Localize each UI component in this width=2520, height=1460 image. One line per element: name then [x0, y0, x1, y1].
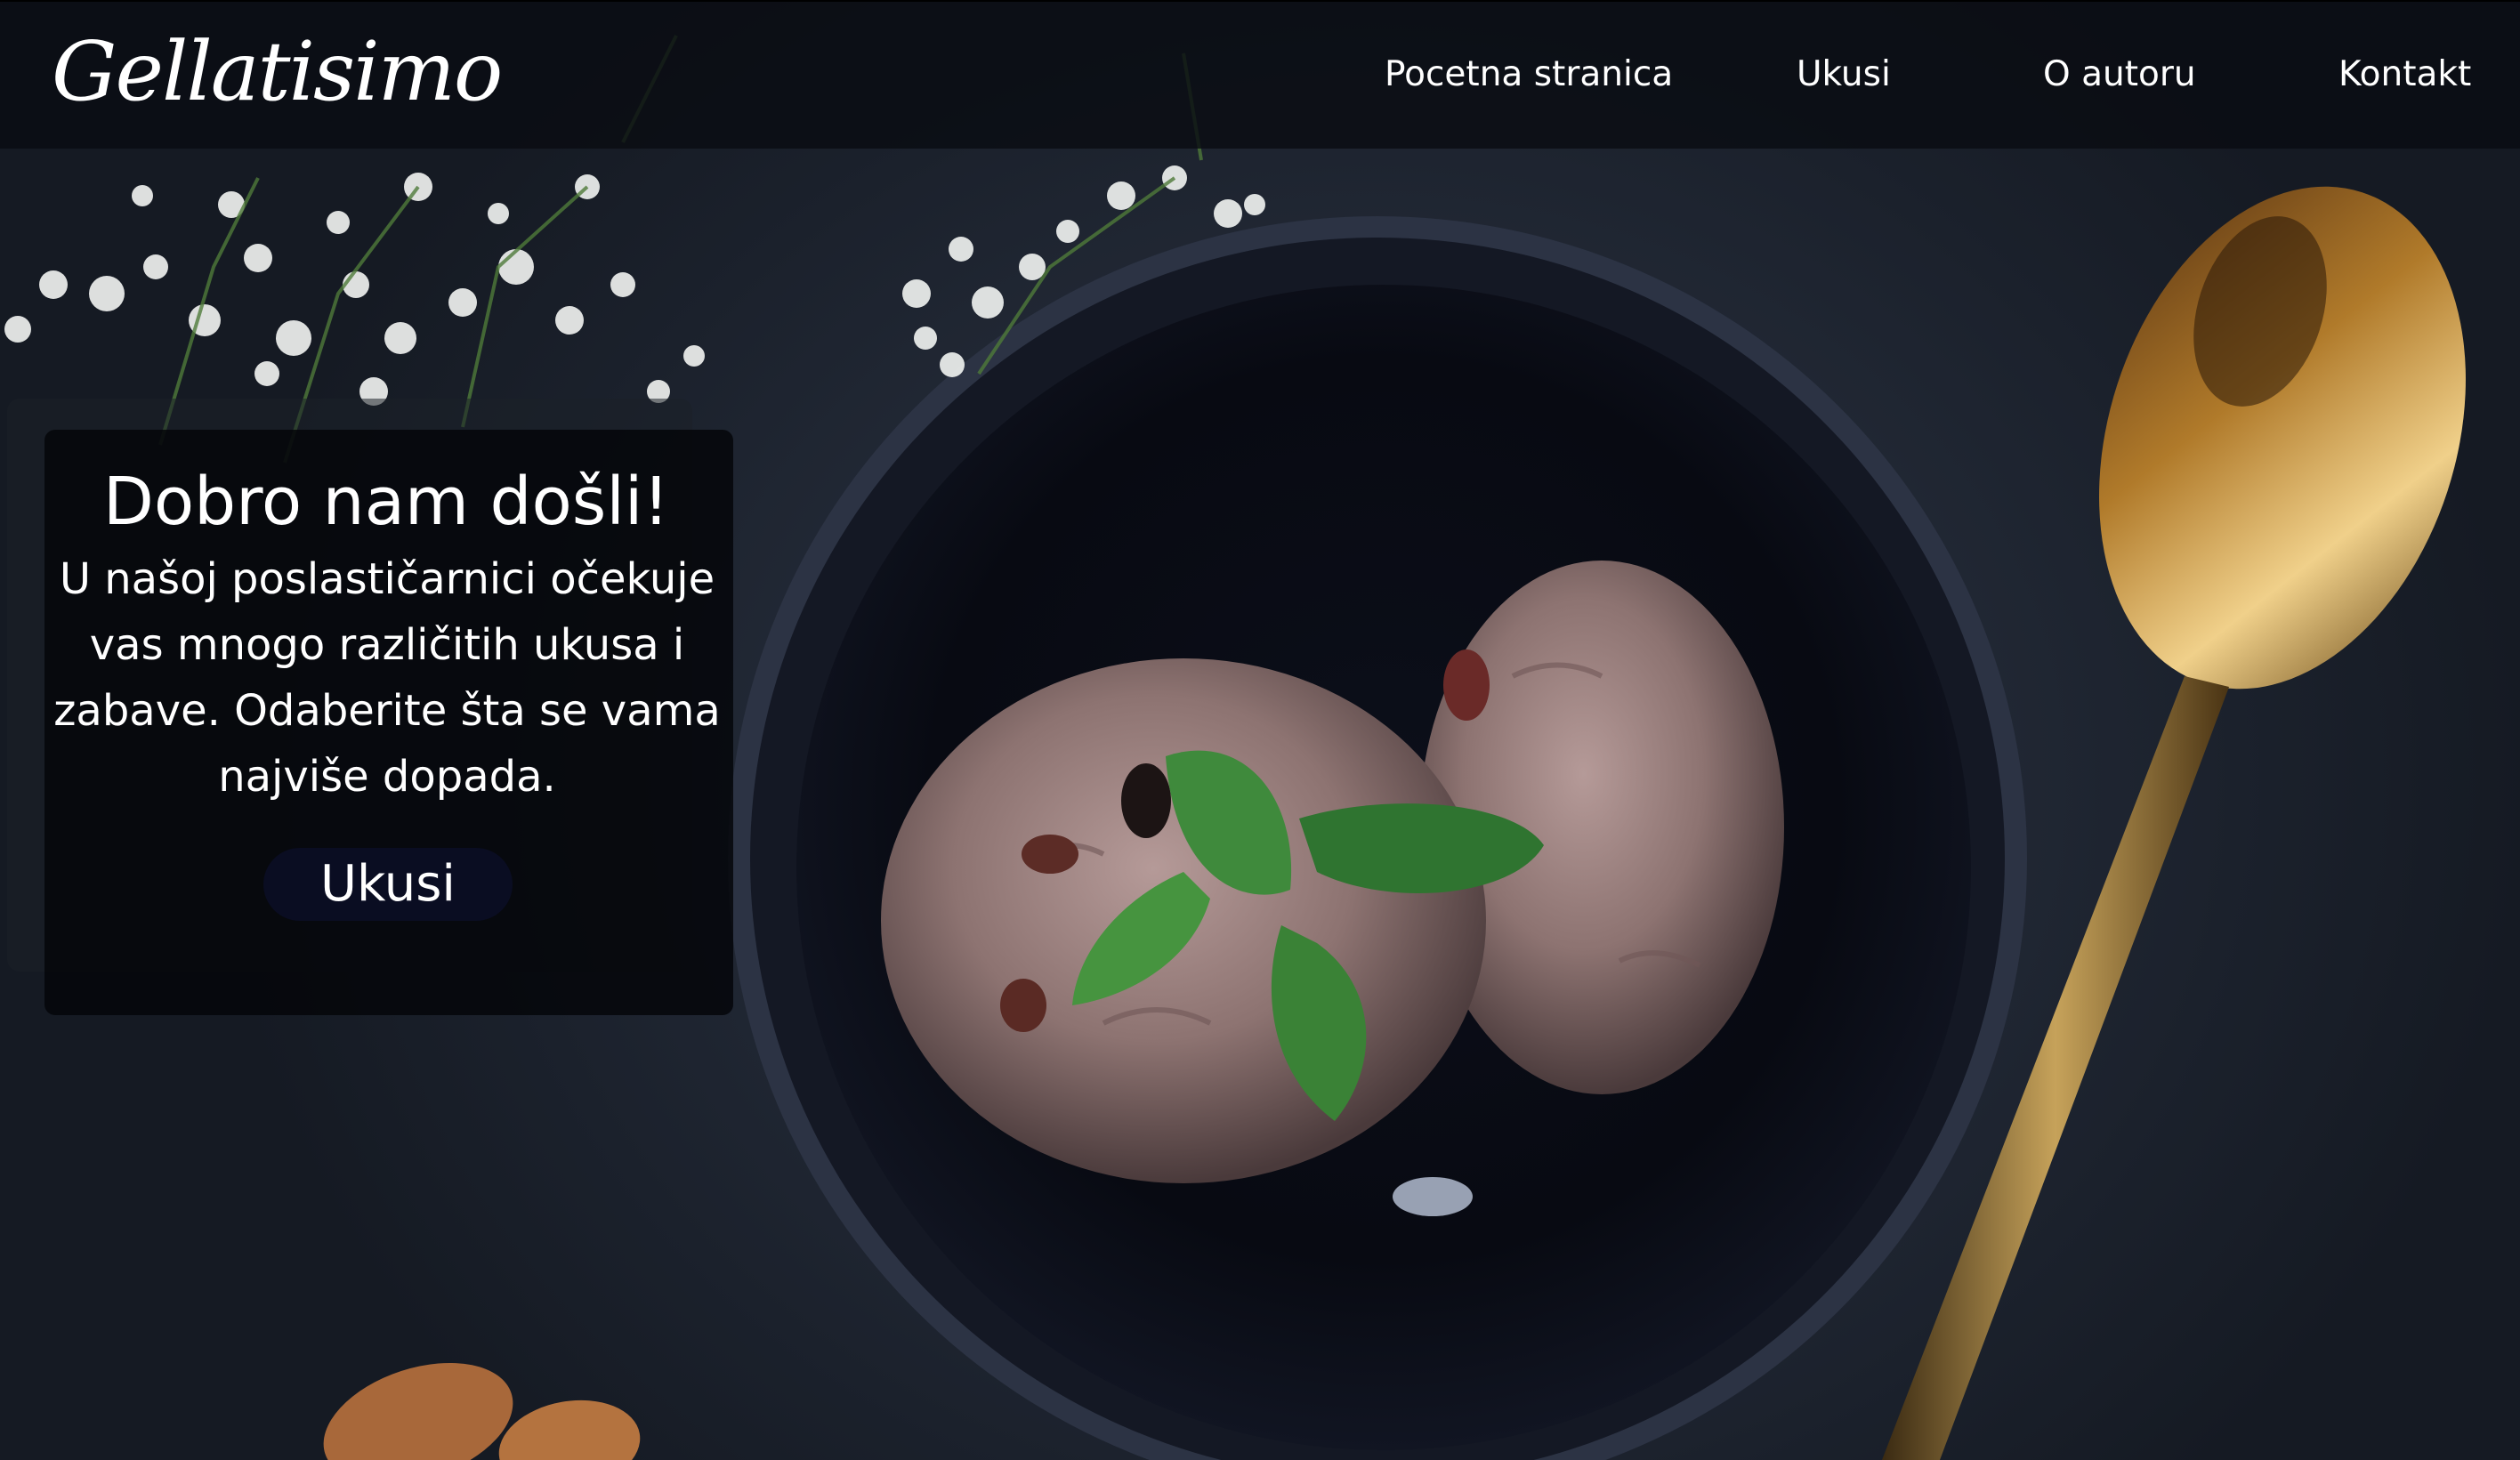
top-navbar: Gellatisimo Pocetna stranica Ukusi O aut…	[0, 0, 2520, 149]
nav-link-ukusi[interactable]: Ukusi	[1797, 48, 1891, 101]
welcome-description: U našoj poslastičarnici očekuje vas mnog…	[53, 554, 721, 802]
nav-link-kontakt[interactable]: Kontakt	[2338, 48, 2471, 101]
welcome-title: Dobro nam došli!	[102, 464, 670, 540]
site-logo[interactable]: Gellatisimo	[52, 14, 503, 130]
nav-link-o-autoru[interactable]: O autoru	[2043, 48, 2196, 101]
ukusi-button[interactable]: Ukusi	[263, 848, 513, 921]
nav-link-pocetna-stranica[interactable]: Pocetna stranica	[1385, 48, 1673, 101]
